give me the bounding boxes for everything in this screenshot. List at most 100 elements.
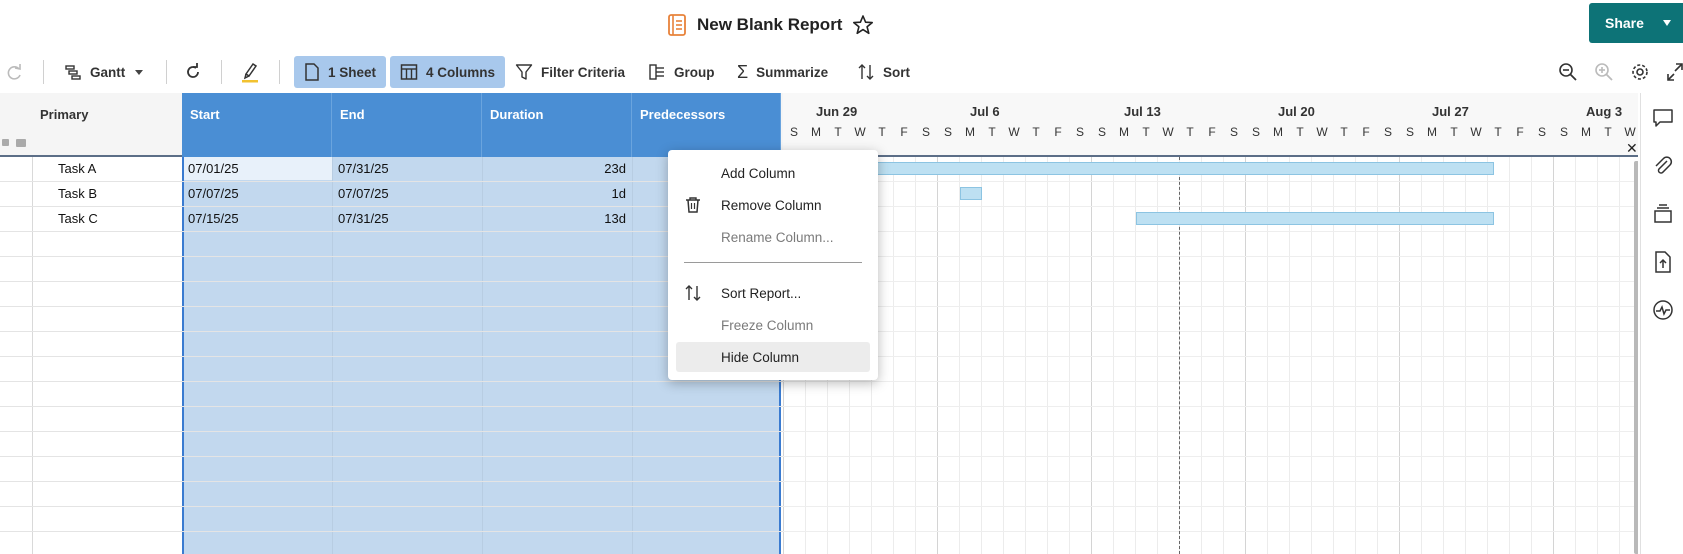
- column-header-end[interactable]: End: [332, 93, 482, 157]
- day-letter: T: [834, 125, 842, 139]
- day-letter: F: [1208, 125, 1216, 139]
- day-letter: W: [1162, 125, 1174, 139]
- row-divider: [0, 381, 783, 382]
- grid: Primary Start End Duration Predecessors …: [0, 93, 783, 554]
- cell-end[interactable]: 07/31/25: [338, 207, 389, 231]
- report-title[interactable]: New Blank Report: [697, 15, 842, 35]
- cell-duration[interactable]: 13d: [482, 207, 626, 231]
- gantt-bar-task-b[interactable]: [960, 187, 982, 200]
- column-header-predecessors[interactable]: Predecessors: [632, 93, 781, 157]
- share-label: Share: [1605, 15, 1644, 31]
- row-divider: [0, 206, 783, 207]
- filter-icon: [515, 64, 533, 80]
- sort-button[interactable]: Sort: [857, 56, 910, 88]
- filter-label: Filter Criteria: [541, 64, 626, 80]
- day-letter: S: [1559, 125, 1568, 139]
- right-rail: [1640, 93, 1683, 554]
- menu-item-label: Hide Column: [721, 349, 800, 365]
- columns-button[interactable]: 4 Columns: [390, 56, 506, 88]
- cell-primary[interactable]: Task B: [58, 182, 97, 206]
- cell-start[interactable]: 07/07/25: [188, 182, 239, 206]
- week-label: Jul 20: [1278, 104, 1315, 119]
- column-header-start[interactable]: Start: [182, 93, 332, 157]
- share-button[interactable]: Share: [1589, 3, 1683, 43]
- comments-icon[interactable]: [1652, 107, 1674, 129]
- sheets-button[interactable]: 1 Sheet: [294, 56, 387, 88]
- day-letter: T: [1142, 125, 1150, 139]
- redo-icon[interactable]: [6, 63, 24, 81]
- day-letter: S: [1383, 125, 1392, 139]
- sort-icon: [858, 64, 874, 80]
- gantt-row-line: [783, 531, 1638, 532]
- gantt-chart: SMTWTFSSMTWTFSSMTWTFSSMTWTFSSMTWTFSSMTWJ…: [783, 93, 1638, 554]
- cell-start[interactable]: 07/01/25: [188, 157, 239, 181]
- chevron-down-icon: [135, 69, 144, 75]
- gantt-row-line: [783, 306, 1638, 307]
- view-label: Gantt: [90, 64, 126, 80]
- publish-icon[interactable]: [1652, 203, 1674, 225]
- row-divider: [0, 431, 783, 432]
- group-button[interactable]: Group: [648, 56, 715, 88]
- day-letter: T: [1032, 125, 1040, 139]
- toolbar: Gantt 1 Sheet 4 Columns Filter Criteria: [0, 54, 1683, 90]
- row-divider: [0, 181, 783, 182]
- sigma-icon: Σ: [737, 61, 749, 82]
- day-letter: S: [789, 125, 798, 139]
- column-header-duration[interactable]: Duration: [482, 93, 632, 157]
- menu-item-label: Freeze Column: [721, 317, 814, 333]
- menu-item-add-column[interactable]: Add Column: [676, 158, 870, 188]
- cell-end[interactable]: 07/07/25: [338, 182, 389, 206]
- cell-duration[interactable]: 23d: [482, 157, 626, 181]
- gantt-bar-task-a[interactable]: [876, 162, 1494, 175]
- upload-file-icon[interactable]: [1652, 251, 1674, 273]
- gantt-bar-task-c[interactable]: [1136, 212, 1494, 225]
- toolbar-divider: [166, 60, 167, 84]
- day-letter: W: [1470, 125, 1482, 139]
- vertical-scrollbar[interactable]: [1634, 161, 1638, 554]
- attachment-icon[interactable]: [1652, 155, 1674, 177]
- filter-criteria-button[interactable]: Filter Criteria: [515, 56, 625, 88]
- row-divider: [0, 306, 783, 307]
- column-header-primary[interactable]: Primary: [32, 93, 182, 157]
- menu-item-remove-column[interactable]: Remove Column: [676, 190, 870, 220]
- gantt-row-line: [783, 256, 1638, 257]
- gear-icon[interactable]: [1630, 62, 1650, 82]
- week-label: Jun 29: [816, 104, 858, 119]
- title-bar: New Blank Report Share: [0, 0, 1683, 46]
- refresh-icon[interactable]: [184, 63, 202, 81]
- expand-icon[interactable]: [1666, 62, 1683, 82]
- activity-log-icon[interactable]: [1652, 299, 1674, 321]
- zoom-in-icon[interactable]: [1594, 62, 1614, 82]
- trash-icon: [686, 197, 700, 213]
- gantt-row-line: [783, 206, 1638, 207]
- row-divider: [0, 456, 783, 457]
- cell-end[interactable]: 07/31/25: [338, 157, 389, 181]
- gantt-header: SMTWTFSSMTWTFSSMTWTFSSMTWTFSSMTWTFSSMTWJ…: [783, 93, 1638, 157]
- gantt-row-line: [783, 381, 1638, 382]
- week-label: Jul 27: [1432, 104, 1469, 119]
- cell-duration[interactable]: 1d: [482, 182, 626, 206]
- gantt-row-line: [783, 181, 1638, 182]
- star-icon[interactable]: [852, 14, 874, 36]
- day-letter: F: [1516, 125, 1524, 139]
- week-label: Jul 13: [1124, 104, 1161, 119]
- attachment-indicator-icon: [16, 139, 26, 147]
- highlight-icon[interactable]: [240, 61, 260, 83]
- menu-item-sort-report[interactable]: Sort Report...: [676, 278, 870, 308]
- summarize-button[interactable]: Σ Summarize: [737, 56, 828, 88]
- gantt-close-icon[interactable]: ✕: [1626, 140, 1638, 157]
- columns-icon: [400, 64, 418, 80]
- share-caret-icon[interactable]: [1663, 20, 1671, 26]
- cell-start[interactable]: 07/15/25: [188, 207, 239, 231]
- day-letter: M: [965, 125, 975, 139]
- columns-label: 4 Columns: [426, 64, 496, 80]
- view-selector-button[interactable]: Gantt: [64, 56, 144, 88]
- group-label: Group: [674, 64, 715, 80]
- zoom-out-icon[interactable]: [1558, 62, 1578, 82]
- cell-primary[interactable]: Task A: [58, 157, 96, 181]
- day-letter: M: [1581, 125, 1591, 139]
- cell-primary[interactable]: Task C: [58, 207, 98, 231]
- day-letter: W: [1008, 125, 1020, 139]
- menu-item-hide-column[interactable]: Hide Column: [676, 342, 870, 372]
- gantt-row-line: [783, 481, 1638, 482]
